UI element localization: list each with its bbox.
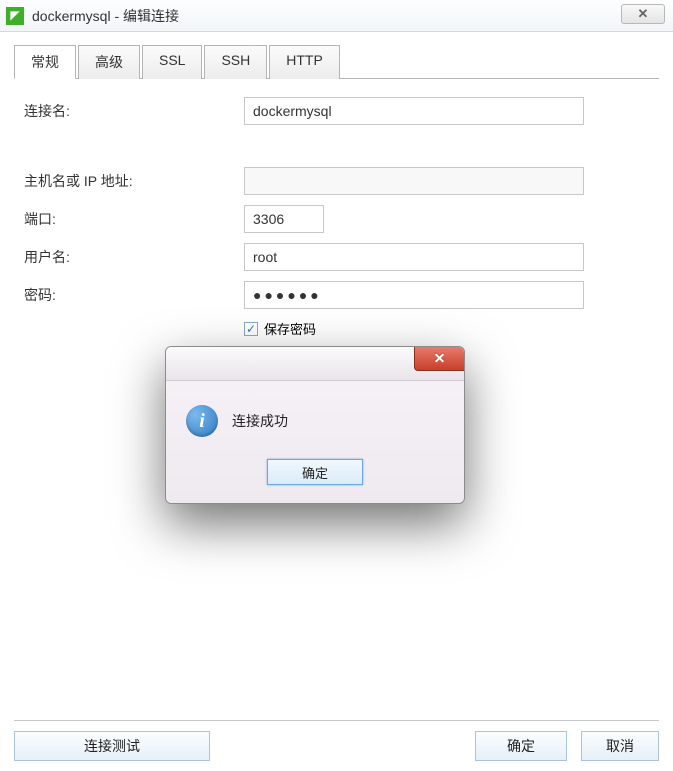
tab-http[interactable]: HTTP bbox=[269, 45, 340, 79]
test-connection-button[interactable]: 连接测试 bbox=[14, 731, 210, 761]
host-input[interactable] bbox=[244, 167, 584, 195]
port-input[interactable] bbox=[244, 205, 324, 233]
tab-general[interactable]: 常规 bbox=[14, 45, 76, 79]
connection-name-input[interactable] bbox=[244, 97, 584, 125]
host-label: 主机名或 IP 地址: bbox=[24, 171, 244, 191]
check-icon: ✓ bbox=[246, 323, 256, 335]
tab-ssh[interactable]: SSH bbox=[204, 45, 267, 79]
tab-bar: 常规 高级 SSL SSH HTTP bbox=[14, 44, 659, 79]
dialog-titlebar[interactable]: ✕ bbox=[166, 347, 464, 381]
titlebar: dockermysql - 编辑连接 ✕ bbox=[0, 0, 673, 32]
password-input[interactable]: ●●●●●● bbox=[244, 281, 584, 309]
save-password-checkbox[interactable]: ✓ bbox=[244, 322, 258, 336]
ok-button[interactable]: 确定 bbox=[475, 731, 567, 761]
window-close-button[interactable]: ✕ bbox=[621, 4, 665, 24]
tab-ssl[interactable]: SSL bbox=[142, 45, 202, 79]
info-icon: i bbox=[186, 405, 218, 437]
tab-advanced[interactable]: 高级 bbox=[78, 45, 140, 79]
save-password-label: 保存密码 bbox=[264, 319, 316, 338]
password-label: 密码: bbox=[24, 285, 244, 305]
dialog-message: 连接成功 bbox=[232, 405, 288, 431]
port-label: 端口: bbox=[24, 209, 244, 229]
username-label: 用户名: bbox=[24, 247, 244, 267]
dialog-ok-button[interactable]: 确定 bbox=[267, 459, 363, 485]
message-dialog: ✕ i 连接成功 确定 bbox=[165, 346, 465, 504]
connection-name-label: 连接名: bbox=[24, 101, 244, 121]
username-input[interactable] bbox=[244, 243, 584, 271]
close-icon: ✕ bbox=[638, 6, 649, 22]
app-icon bbox=[6, 7, 24, 25]
bottom-bar: 连接测试 确定 取消 bbox=[14, 720, 659, 761]
window-title: dockermysql - 编辑连接 bbox=[32, 6, 179, 26]
close-icon: ✕ bbox=[434, 350, 446, 367]
dialog-close-button[interactable]: ✕ bbox=[414, 347, 464, 371]
cancel-button[interactable]: 取消 bbox=[581, 731, 659, 761]
